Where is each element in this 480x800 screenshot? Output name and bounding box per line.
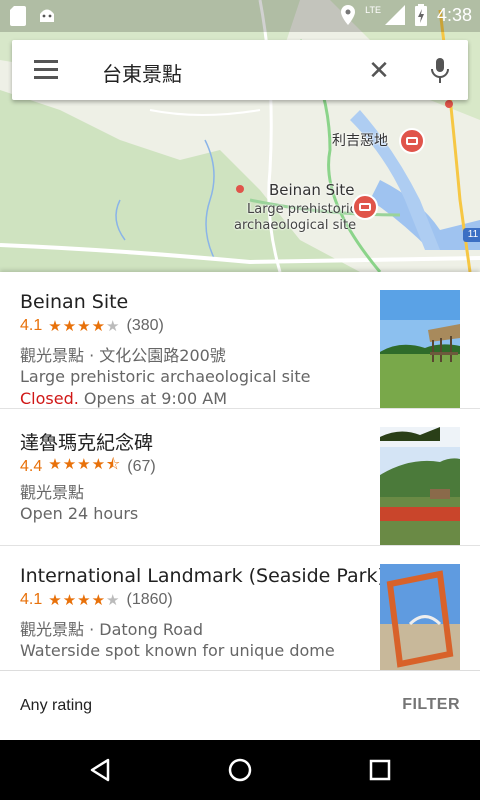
microphone-icon[interactable] — [428, 56, 452, 84]
rating-value: 4.1 — [20, 317, 43, 334]
star-rating-icon: ★★★★★ — [48, 317, 121, 335]
status-bar: LTE 4:38 — [0, 0, 480, 32]
list-item[interactable]: 達魯瑪克紀念碑 4.4 ★★★★⯪ (67) 觀光景點 Open 24 hour… — [0, 409, 480, 546]
review-count: (380) — [126, 317, 164, 334]
hours-row: Closed. Opens at 9:00 AM — [20, 389, 227, 408]
network-label: LTE — [365, 5, 381, 15]
signal-icon — [384, 5, 405, 25]
result-title[interactable]: Beinan Site — [20, 291, 128, 313]
star-rating-icon: ★★★★★ — [48, 591, 121, 609]
review-count: (67) — [127, 457, 156, 475]
map-label-beinan-desc1: Large prehistoric — [247, 202, 357, 217]
result-photo[interactable] — [380, 290, 460, 408]
review-count: (1860) — [126, 591, 173, 608]
route-shield: 11 — [463, 228, 480, 242]
result-meta: 觀光景點 · Datong Road — [20, 620, 203, 639]
battery-icon — [414, 4, 427, 26]
result-photo[interactable] — [380, 427, 460, 545]
search-input[interactable]: 台東景點 — [102, 58, 182, 87]
map-label-lijijiedi[interactable]: 利吉惡地 — [332, 130, 388, 150]
result-title[interactable]: 達魯瑪克紀念碑 — [20, 428, 153, 455]
menu-icon[interactable] — [34, 58, 60, 82]
filter-bar: Any rating FILTER — [0, 670, 480, 741]
result-description: Waterside spot known for unique dome — [20, 641, 335, 660]
android-icon — [40, 9, 54, 22]
clear-icon[interactable]: ✕ — [367, 57, 391, 83]
sd-card-icon — [10, 6, 26, 26]
map-label-beinan[interactable]: Beinan Site — [269, 181, 354, 199]
any-rating-button[interactable]: Any rating — [20, 697, 92, 715]
closed-status: Closed. — [20, 389, 79, 408]
recents-icon[interactable] — [368, 758, 392, 782]
star-rating-icon: ★★★★⯪ — [48, 455, 122, 473]
map-dot-icon[interactable] — [236, 185, 244, 193]
clock: 4:38 — [436, 4, 472, 25]
result-photo[interactable] — [380, 564, 460, 670]
result-meta: 觀光景點 · 文化公園路200號 — [20, 346, 226, 365]
list-item[interactable]: International Landmark (Seaside Park) 4.… — [0, 546, 480, 670]
hours-text: Open 24 hours — [20, 504, 139, 523]
camera-pin-icon[interactable] — [399, 128, 425, 154]
search-bar[interactable]: 台東景點 ✕ — [12, 40, 468, 100]
map-dot-icon[interactable] — [445, 100, 453, 108]
map-label-beinan-desc2: archaeological site — [234, 218, 357, 233]
rating-value: 4.1 — [20, 591, 43, 608]
hours-text: Opens at 9:00 AM — [83, 389, 228, 408]
rating-row: 4.1 ★★★★★ (380) — [20, 317, 164, 335]
result-description: Large prehistoric archaeological site — [20, 367, 311, 386]
filter-button[interactable]: FILTER — [402, 696, 460, 714]
rating-value: 4.4 — [20, 457, 43, 475]
navigation-bar — [0, 740, 480, 800]
rating-row: 4.4 ★★★★⯪ (67) — [20, 454, 156, 479]
camera-pin-icon[interactable] — [352, 194, 378, 220]
back-icon[interactable] — [88, 758, 112, 782]
results-list[interactable]: Beinan Site 4.1 ★★★★★ (380) 觀光景點 · 文化公園路… — [0, 272, 480, 670]
result-meta: 觀光景點 — [20, 483, 85, 502]
rating-row: 4.1 ★★★★★ (1860) — [20, 591, 173, 609]
result-title[interactable]: International Landmark (Seaside Park) — [20, 565, 385, 587]
home-icon[interactable] — [228, 758, 252, 782]
list-item[interactable]: Beinan Site 4.1 ★★★★★ (380) 觀光景點 · 文化公園路… — [0, 272, 480, 409]
location-icon — [341, 5, 356, 25]
